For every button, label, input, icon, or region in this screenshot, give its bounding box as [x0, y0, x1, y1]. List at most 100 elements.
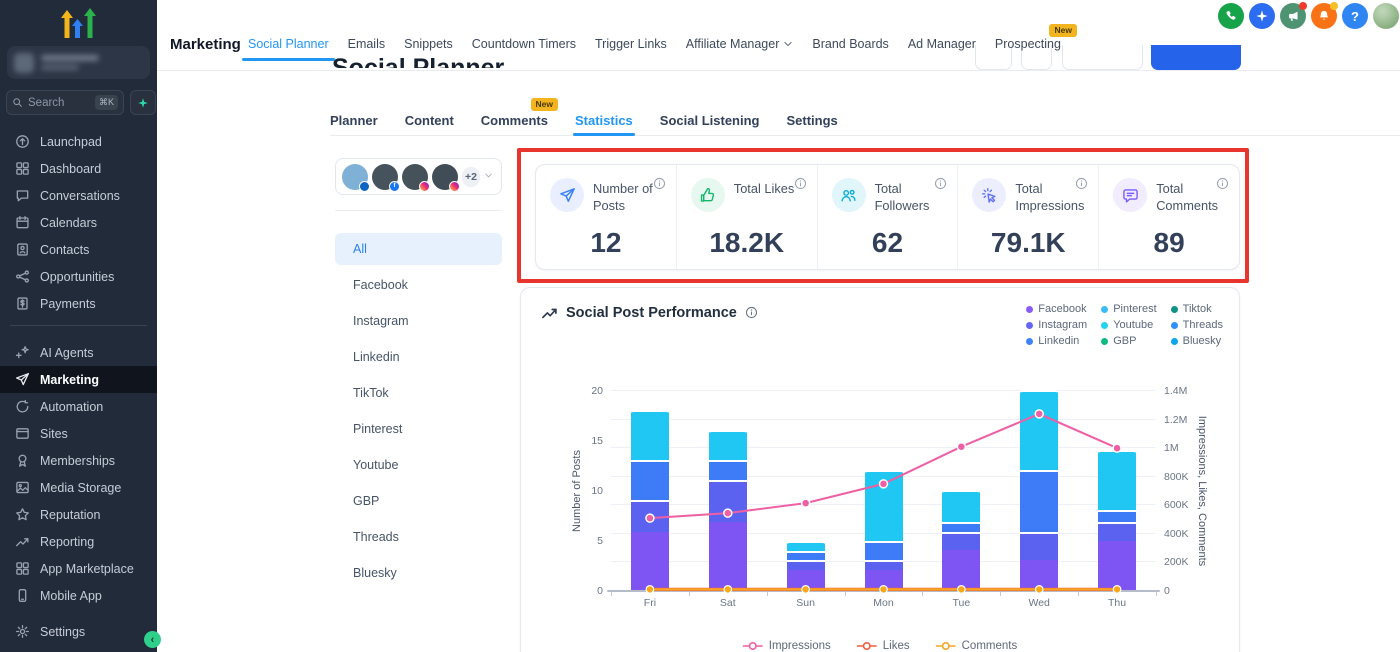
subtab-statistics[interactable]: Statistics [575, 113, 633, 128]
ai-assistant-button[interactable] [130, 90, 156, 115]
channel-filter-facebook[interactable]: Facebook [335, 269, 502, 301]
instagram-badge-icon [449, 181, 460, 192]
subtab-social-listening[interactable]: Social Listening [660, 113, 760, 128]
channel-filter-tiktok[interactable]: TikTok [335, 377, 502, 409]
conversations-icon [15, 188, 30, 203]
sidebar-item-marketing[interactable]: Marketing [0, 366, 157, 393]
account-filter-dropdown[interactable]: f+2 [335, 158, 502, 195]
channel-filter-bluesky[interactable]: Bluesky [335, 557, 502, 589]
legend-tiktok[interactable]: Tiktok [1171, 303, 1223, 315]
channel-filter-threads[interactable]: Threads [335, 521, 502, 553]
info-icon[interactable] [794, 177, 807, 190]
subtab-comments[interactable]: CommentsNew [481, 113, 548, 128]
trend-icon [541, 304, 558, 321]
sidebar-item-media-storage[interactable]: Media Storage [0, 474, 157, 501]
series-legend-likes[interactable]: Likes [857, 640, 910, 652]
sidebar-item-payments[interactable]: Payments [0, 290, 157, 317]
header-divider [157, 70, 1400, 71]
legend-threads[interactable]: Threads [1171, 319, 1223, 331]
info-icon[interactable] [653, 177, 666, 190]
series-legend-impressions[interactable]: Impressions [743, 640, 831, 652]
search-shortcut: ⌘K [95, 95, 118, 110]
stat-card-total-likes: Total Likes18.2K [677, 165, 818, 269]
info-icon[interactable] [1216, 177, 1229, 190]
x-axis-label: Tue [931, 597, 991, 609]
sidebar-item-settings[interactable]: Settings [0, 618, 157, 645]
account-selector-blurred[interactable] [7, 46, 150, 79]
tab-social-planner[interactable]: Social Planner [248, 37, 329, 51]
subtab-settings[interactable]: Settings [786, 113, 837, 128]
legend-label: Facebook [1038, 303, 1086, 315]
new-badge: New [531, 98, 558, 111]
subtab-content[interactable]: Content [405, 113, 454, 128]
tab-brand-boards[interactable]: Brand Boards [812, 37, 888, 51]
legend-pinterest[interactable]: Pinterest [1101, 303, 1156, 315]
legend-instagram[interactable]: Instagram [1026, 319, 1087, 331]
channel-filter-instagram[interactable]: Instagram [335, 305, 502, 337]
channel-filter-pinterest[interactable]: Pinterest [335, 413, 502, 445]
sidebar-item-sites[interactable]: Sites [0, 420, 157, 447]
sidebar-item-label: Opportunities [40, 270, 114, 284]
sidebar-item-app-marketplace[interactable]: App Marketplace [0, 555, 157, 582]
stat-value: 89 [1099, 227, 1239, 259]
sidebar-item-reputation[interactable]: Reputation [0, 501, 157, 528]
sidebar-item-contacts[interactable]: Contacts [0, 236, 157, 263]
sidebar-item-label: Automation [40, 400, 103, 414]
sidebar-item-launchpad[interactable]: Launchpad [0, 128, 157, 155]
search-placeholder: Search [28, 97, 64, 109]
account-blur-content [7, 46, 150, 79]
tab-affiliate-manager[interactable]: Affiliate Manager [686, 37, 794, 51]
legend-label: Linkedin [1038, 335, 1079, 347]
tab-ad-manager[interactable]: Ad Manager [908, 37, 976, 51]
legend-linkedin[interactable]: Linkedin [1026, 335, 1087, 347]
info-icon[interactable] [934, 177, 947, 190]
search-input[interactable]: Search ⌘K [6, 90, 124, 115]
legend-bluesky[interactable]: Bluesky [1171, 335, 1223, 347]
sidebar-item-automation[interactable]: Automation [0, 393, 157, 420]
channel-filter-linkedin[interactable]: Linkedin [335, 341, 502, 373]
payments-icon [15, 296, 30, 311]
legend-youtube[interactable]: Youtube [1101, 319, 1156, 331]
tab-trigger-links[interactable]: Trigger Links [595, 37, 667, 51]
channel-filter-youtube[interactable]: Youtube [335, 449, 502, 481]
legend-facebook[interactable]: Facebook [1026, 303, 1087, 315]
sidebar-collapse-button[interactable]: ‹ [144, 631, 161, 648]
sidebar-item-label: Reporting [40, 535, 94, 549]
tab-snippets[interactable]: Snippets [404, 37, 453, 51]
sidebar-item-conversations[interactable]: Conversations [0, 182, 157, 209]
legend-label: Tiktok [1183, 303, 1212, 315]
sidebar-item-calendars[interactable]: Calendars [0, 209, 157, 236]
legend-gbp[interactable]: GBP [1101, 335, 1156, 347]
help-button[interactable]: ? [1342, 3, 1368, 29]
sidebar-item-opportunities[interactable]: Opportunities [0, 263, 157, 290]
x-axis-tick [845, 592, 846, 596]
sidebar-item-mobile-app[interactable]: Mobile App [0, 582, 157, 609]
tab-countdown-timers[interactable]: Countdown Timers [472, 37, 576, 51]
sidebar-item-label: Calendars [40, 216, 97, 230]
sidebar-item-memberships[interactable]: Memberships [0, 447, 157, 474]
megaphone-button[interactable] [1280, 3, 1306, 29]
phone-button[interactable] [1218, 3, 1244, 29]
sidebar-item-reporting[interactable]: Reporting [0, 528, 157, 555]
sidebar-item-label: Sites [40, 427, 68, 441]
highlevel-logo-icon[interactable] [0, 4, 157, 42]
tab-prospecting[interactable]: ProspectingNew [995, 37, 1061, 51]
sidebar: Search ⌘K LaunchpadDashboardConversation… [0, 0, 157, 652]
followers-icon [832, 178, 866, 212]
outline-button-cropped[interactable] [1062, 45, 1143, 70]
sparkle-button[interactable] [1249, 3, 1275, 29]
bell-button[interactable] [1311, 3, 1337, 29]
x-axis-label: Sat [698, 597, 758, 609]
primary-button-cropped[interactable] [1151, 45, 1241, 70]
sidebar-item-ai-agents[interactable]: AI Agents [0, 339, 157, 366]
tab-emails[interactable]: Emails [348, 37, 386, 51]
sidebar-item-dashboard[interactable]: Dashboard [0, 155, 157, 182]
series-legend-comments[interactable]: Comments [936, 640, 1018, 652]
user-avatar[interactable] [1373, 3, 1399, 29]
channel-filter-all[interactable]: All [335, 233, 502, 265]
subtab-planner[interactable]: Planner [330, 113, 378, 128]
comments-point [802, 586, 810, 594]
channel-filter-gbp[interactable]: GBP [335, 485, 502, 517]
info-icon[interactable] [745, 306, 758, 319]
info-icon[interactable] [1075, 177, 1088, 190]
